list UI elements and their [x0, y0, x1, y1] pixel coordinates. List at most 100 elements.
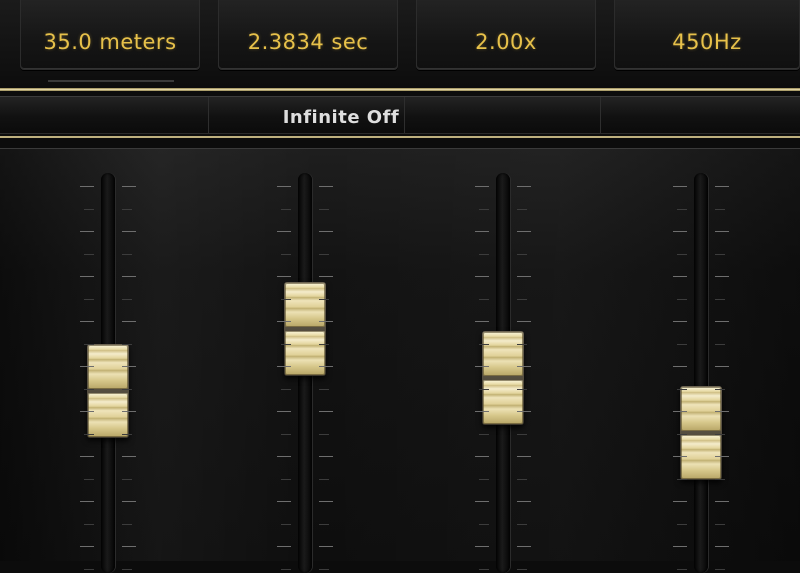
scale-tick	[479, 208, 489, 210]
scale-tick	[122, 411, 136, 412]
scale-tick	[715, 456, 729, 457]
scale-tick	[715, 366, 729, 367]
scale-tick	[715, 321, 729, 322]
scale-tick	[80, 321, 94, 322]
scale-tick	[122, 343, 132, 345]
scale-tick	[517, 546, 531, 547]
scale-tick	[673, 186, 687, 187]
ratio-value: 2.00x	[475, 29, 537, 54]
scale-tick	[677, 253, 687, 255]
scale-tick	[715, 501, 729, 502]
scale-tick	[281, 388, 291, 390]
scale-tick	[475, 276, 489, 277]
scale-tick	[715, 568, 725, 570]
scale-tick	[122, 231, 136, 232]
scale-tick	[122, 501, 136, 502]
scale-tick	[84, 343, 94, 345]
scale-tick	[517, 523, 527, 525]
scale-tick	[80, 231, 94, 232]
distance-readout[interactable]: 35.0 meters	[20, 0, 200, 70]
scale-tick	[715, 343, 725, 345]
scale-tick	[479, 298, 489, 300]
scale-tick	[277, 411, 291, 412]
scale-tick	[84, 208, 94, 210]
scale-tick	[84, 568, 94, 570]
scale-tick	[673, 276, 687, 277]
scale-tick	[517, 411, 531, 412]
scale-tick	[673, 411, 687, 412]
scale-tick	[715, 298, 725, 300]
scale-tick	[677, 478, 687, 480]
scale-tick	[673, 231, 687, 232]
scale-tick	[715, 433, 725, 435]
scale-tick	[281, 208, 291, 210]
scale-tick	[277, 276, 291, 277]
scale-tick	[517, 231, 531, 232]
scale-tick	[277, 321, 291, 322]
scale-tick	[80, 366, 94, 367]
scale-tick	[122, 456, 136, 457]
readout-strip: 35.0 meters 2.3834 sec 2.00x 450Hz	[0, 0, 800, 86]
scale-tick	[281, 253, 291, 255]
scale-tick	[475, 231, 489, 232]
fader-4	[651, 149, 751, 573]
fader-panel	[0, 148, 800, 573]
scale-tick	[319, 231, 333, 232]
scale-tick	[677, 208, 687, 210]
scale-tick	[673, 366, 687, 367]
scale-tick	[80, 186, 94, 187]
scale-tick	[715, 231, 729, 232]
scale-tick	[122, 366, 136, 367]
scale-tick	[84, 523, 94, 525]
scale-tick	[319, 276, 333, 277]
ratio-readout[interactable]: 2.00x	[416, 0, 596, 70]
scale-tick	[122, 276, 136, 277]
scale-tick	[715, 546, 729, 547]
scale-tick	[479, 433, 489, 435]
scale-tick	[319, 568, 329, 570]
scale-tick	[319, 523, 329, 525]
scale-tick	[475, 546, 489, 547]
infinite-bar: Infinite Off	[0, 96, 800, 134]
time-readout[interactable]: 2.3834 sec	[218, 0, 398, 70]
scale-tick	[479, 478, 489, 480]
scale-tick	[715, 186, 729, 187]
scale-tick	[122, 253, 132, 255]
scale-tick	[122, 388, 132, 390]
scale-tick	[319, 208, 329, 210]
scale-tick	[475, 321, 489, 322]
scale-tick	[715, 478, 725, 480]
scale-tick	[84, 388, 94, 390]
fader-knob[interactable]	[284, 282, 326, 377]
scale-tick	[715, 523, 725, 525]
scale-tick	[673, 546, 687, 547]
scale-tick	[673, 456, 687, 457]
knob-grip-bottom	[285, 331, 325, 376]
scale-tick	[277, 186, 291, 187]
fader-2	[255, 149, 355, 573]
scale-tick	[517, 433, 527, 435]
scale-tick	[84, 433, 94, 435]
frequency-readout[interactable]: 450Hz	[614, 0, 800, 70]
scale-tick	[677, 568, 687, 570]
scale-tick	[517, 343, 527, 345]
scale-tick	[80, 501, 94, 502]
scale-tick	[281, 433, 291, 435]
scale-tick	[281, 568, 291, 570]
scale-tick	[479, 253, 489, 255]
scale-tick	[715, 276, 729, 277]
infinite-toggle[interactable]: Infinite Off	[0, 97, 682, 135]
fader-knob[interactable]	[87, 343, 129, 438]
scale-tick	[84, 298, 94, 300]
scale-tick	[122, 546, 136, 547]
knob-grip-top	[681, 387, 721, 432]
scale-tick	[281, 343, 291, 345]
scale-tick	[281, 478, 291, 480]
distance-value: 35.0 meters	[43, 29, 177, 54]
scale-tick	[122, 208, 132, 210]
fader-track[interactable]	[694, 173, 708, 573]
knob-grip-top	[483, 332, 523, 377]
scale-tick	[517, 568, 527, 570]
scale-tick	[479, 568, 489, 570]
scale-tick	[475, 366, 489, 367]
